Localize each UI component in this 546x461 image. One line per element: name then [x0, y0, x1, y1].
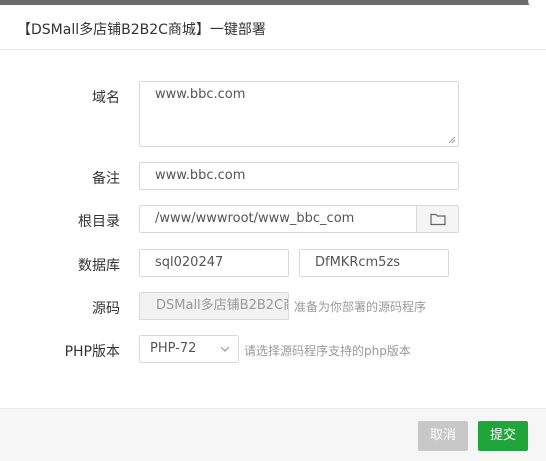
php-version-select[interactable]: PHP-72 — [139, 335, 239, 363]
folder-button[interactable] — [417, 205, 459, 233]
database-password-input[interactable]: DfMKRcm5zs — [299, 249, 449, 277]
php-version-value: PHP-72 — [150, 341, 197, 356]
source-input: DSMall多店铺B2B2C商 — [139, 292, 289, 320]
source-hint: 准备为你部署的源码程序 — [294, 300, 427, 314]
database-label: 数据库 — [78, 258, 120, 274]
database-name-input[interactable]: sql020247 — [139, 249, 289, 277]
resize-grip-icon[interactable] — [448, 136, 456, 144]
dialog-title: 【DSMall多店铺B2B2C商城】一键部署 — [17, 22, 266, 38]
folder-icon — [429, 213, 446, 226]
domain-label: 域名 — [92, 90, 120, 106]
remark-input[interactable]: www.bbc.com — [139, 162, 459, 190]
root-dir-label: 根目录 — [78, 214, 120, 230]
php-version-hint: 请选择源码程序支持的php版本 — [244, 344, 411, 358]
chevron-down-icon — [220, 346, 230, 352]
cancel-button[interactable]: 取消 — [418, 421, 468, 451]
php-version-label: PHP版本 — [64, 344, 120, 360]
root-dir-input[interactable]: /www/wwwroot/www_bbc_com — [139, 205, 417, 233]
remark-label: 备注 — [92, 171, 120, 187]
dialog-footer: 取消 提交 — [0, 408, 546, 461]
dialog-header: 【DSMall多店铺B2B2C商城】一键部署 — [0, 5, 546, 50]
source-label: 源码 — [92, 301, 120, 317]
submit-button[interactable]: 提交 — [478, 421, 528, 451]
domain-value: www.bbc.com — [155, 87, 246, 102]
domain-textarea[interactable]: www.bbc.com — [139, 81, 459, 147]
